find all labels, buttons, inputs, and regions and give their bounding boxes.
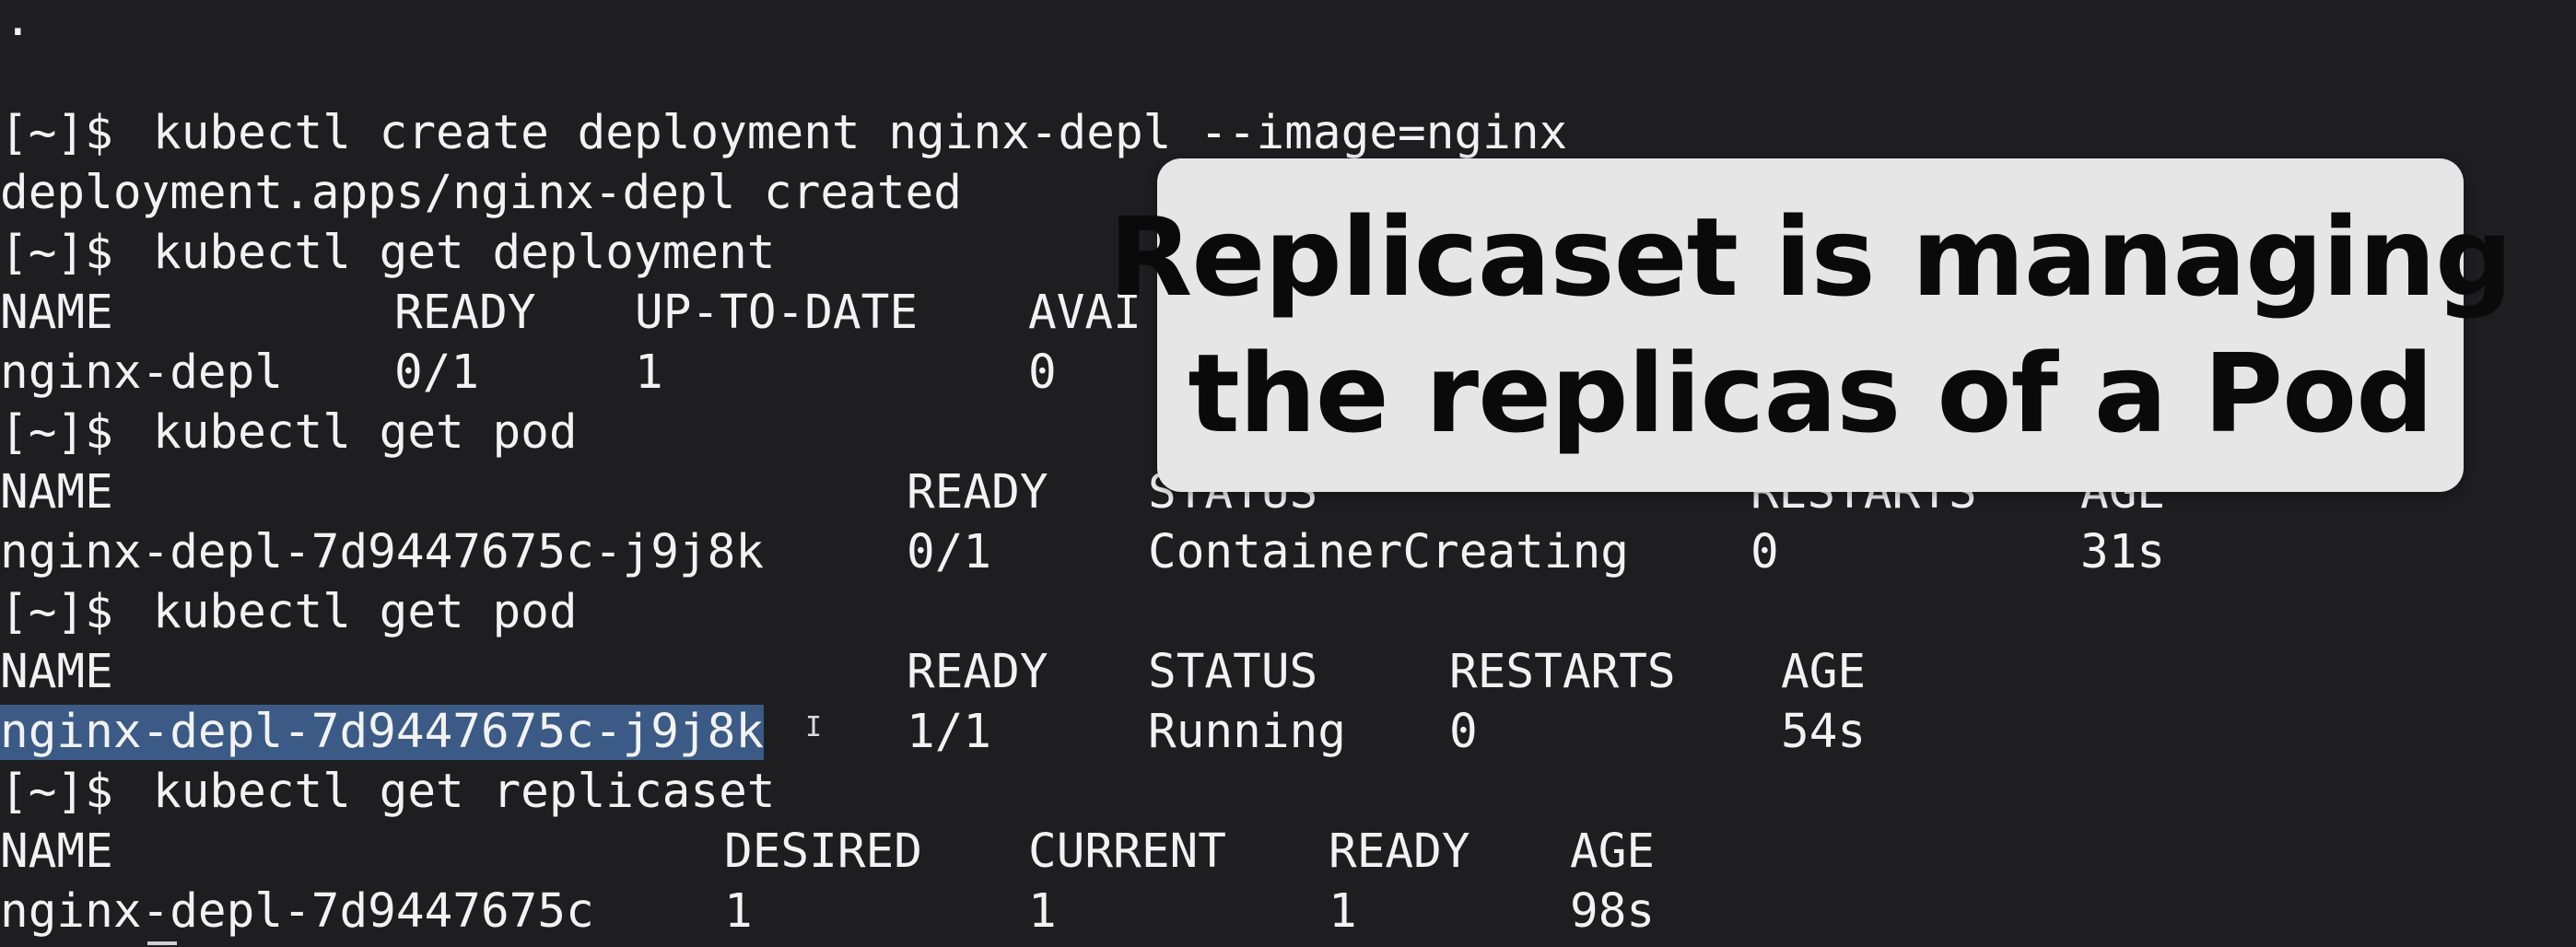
col-header-age: AGE	[1570, 824, 1656, 879]
cell-ready: 1/1	[907, 705, 992, 759]
col-header-ready: READY	[907, 465, 1048, 520]
cell-restarts: 0	[1751, 525, 1779, 579]
replicaset-table-header: NAME DESIRED CURRENT READY AGE	[0, 824, 1655, 880]
command-text: kubectl get pod	[153, 405, 578, 460]
deployment-table-header: NAME READY UP-TO-DATE AVAI	[0, 286, 1142, 341]
cell-ready: 0/1	[394, 345, 480, 400]
cell-age: 31s	[2080, 525, 2166, 579]
top-dot: .	[4, 0, 32, 47]
cell-current: 1	[1028, 884, 1057, 939]
col-header-current: CURRENT	[1028, 824, 1226, 879]
terminal-line: .	[0, 0, 113, 48]
shell-prompt: [~]$	[0, 106, 113, 160]
cell-status: Running	[1148, 705, 1346, 759]
col-header-age: AGE	[1781, 645, 1867, 699]
shell-prompt: [~]$	[0, 405, 113, 460]
replicaset-table-row: nginx-depl-7d9447675c 1 1 1 98s	[0, 884, 1655, 940]
command-text: kubectl get replicaset	[153, 765, 776, 819]
terminal-line-command: [~]$ kubectl get pod	[0, 585, 578, 640]
terminal-block-cursor	[147, 941, 177, 945]
terminal-line-command: [~]$ kubectl create deployment nginx-dep…	[0, 106, 1567, 161]
col-header-status: STATUS	[1148, 645, 1318, 699]
col-header-desired: DESIRED	[724, 824, 922, 879]
col-header-name: NAME	[0, 465, 113, 520]
pod-table-row: nginx-depl-7d9447675c-j9j8k 1/1 Running …	[0, 705, 1866, 760]
col-header-name: NAME	[0, 286, 113, 340]
terminal-line-command: [~]$ kubectl get deployment	[0, 226, 776, 281]
shell-prompt: [~]$	[0, 226, 113, 280]
pod-table-header: NAME READY STATUS RESTARTS AGE	[0, 465, 2165, 520]
terminal-line-command: [~]$ kubectl get replicaset	[0, 765, 776, 820]
shell-prompt: [~]$	[0, 765, 113, 819]
col-header-restarts: RESTARTS	[1449, 645, 1676, 699]
terminal-line-output: deployment.apps/nginx-depl created	[0, 166, 962, 221]
annotation-overlay: Replicaset is managing the replicas of a…	[1109, 158, 2512, 492]
col-header-ready: READY	[1329, 824, 1470, 879]
col-header-name: NAME	[0, 824, 113, 879]
output-text: deployment.apps/nginx-depl created	[0, 166, 962, 220]
command-text: kubectl get deployment	[153, 226, 776, 280]
pod-table-header: NAME READY STATUS RESTARTS AGE	[0, 645, 1866, 700]
cell-ready: 0/1	[907, 525, 992, 579]
terminal-line-command: [~]$ kubectl get pod	[0, 405, 578, 461]
overlay-text-line-2: the replicas of a Pod	[1188, 330, 2433, 457]
cell-available: 0	[1028, 345, 1057, 400]
cell-ready: 1	[1329, 884, 1357, 939]
command-text: kubectl create deployment nginx-depl --i…	[153, 106, 1568, 160]
cell-restarts: 0	[1449, 705, 1478, 759]
deployment-table-row: nginx-depl 0/1 1 0	[0, 345, 1057, 401]
ibeam-cursor-icon: I	[805, 711, 823, 743]
cell-name: nginx-depl	[0, 345, 284, 400]
cell-replicaset-name: nginx-depl-7d9447675c	[0, 884, 594, 939]
cell-age: 98s	[1570, 884, 1656, 939]
terminal-window[interactable]: . [~]$ kubectl create deployment nginx-d…	[0, 0, 2576, 947]
overlay-text-line-1: Replicaset is managing	[1108, 193, 2513, 321]
shell-prompt: [~]$	[0, 585, 113, 639]
col-header-name: NAME	[0, 645, 113, 699]
cell-age: 54s	[1781, 705, 1867, 759]
col-header-ready: READY	[394, 286, 536, 340]
col-header-up-to-date: UP-TO-DATE	[635, 286, 919, 340]
cell-desired: 1	[724, 884, 753, 939]
cell-pod-name-selected[interactable]: nginx-depl-7d9447675c-j9j8k	[0, 705, 765, 760]
col-header-ready: READY	[907, 645, 1048, 699]
pod-table-row: nginx-depl-7d9447675c-j9j8k 0/1 Containe…	[0, 525, 2165, 580]
cell-up-to-date: 1	[635, 345, 663, 400]
cell-status: ContainerCreating	[1148, 525, 1629, 579]
command-text: kubectl get pod	[153, 585, 578, 639]
cell-pod-name: nginx-depl-7d9447675c-j9j8k	[0, 525, 765, 579]
